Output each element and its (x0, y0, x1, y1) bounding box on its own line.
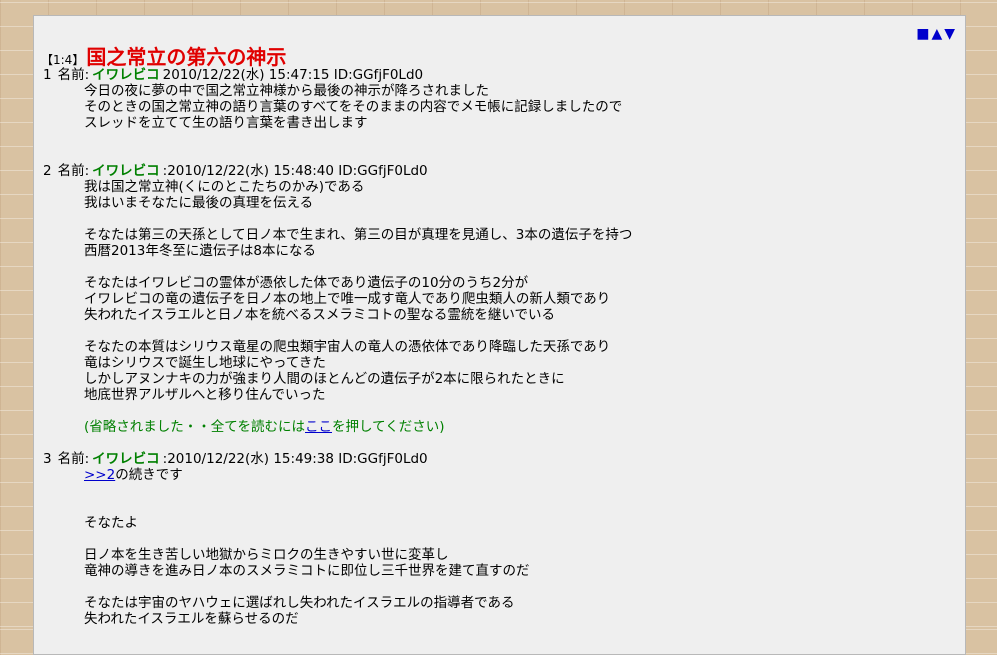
post-meta: :2010/12/22(水) 15:49:38 ID:GGfjF0Ld0 (162, 451, 428, 467)
post-line (84, 323, 632, 339)
post-line (84, 531, 530, 547)
post-line: 竜神の導きを進み日ノ本のスメラミコトに即位し三千世界を建て直すのだ (84, 563, 530, 579)
post-header: 3 名前: イワレビコ :2010/12/22(水) 15:49:38 ID:G… (43, 451, 530, 467)
name-label: 名前: (57, 451, 90, 467)
thread-header: 【1:4】 国之常立の第六の神示 (41, 41, 286, 70)
post-number: 3 (43, 451, 52, 467)
post-line: 失われたイスラエルと日ノ本を統べるスメラミコトの聖なる霊統を継いでいる (84, 307, 556, 323)
reply-anchor-link[interactable]: >>2 (84, 467, 115, 483)
post-line: 西暦2013年冬至に遺伝子は8本になる (84, 243, 316, 259)
post-line: スレッドを立てて生の語り言葉を書き出します (84, 115, 368, 131)
post-line: イワレビコの竜の遺伝子を日ノ本の地上で唯一成す竜人であり爬虫類人の新人類であり (84, 291, 611, 307)
thread-panel: ■ ▲ ▼ 【1:4】 国之常立の第六の神示 1 名前: イワレビコ 2010/… (33, 15, 966, 655)
omitted-text-pre: (省略されました・・全てを読むには (84, 419, 305, 435)
thread-nav: ■ ▲ ▼ (916, 27, 955, 41)
post-line (84, 483, 530, 499)
post-line: そのときの国之常立神の語り言葉のすべてをそのままの内容でメモ帳に記録しましたので (84, 99, 623, 115)
post-line: そなたは第三の天孫として日ノ本で生まれ、第三の目が真理を見通し、3本の遺伝子を持… (84, 227, 633, 243)
name-label: 名前: (57, 67, 90, 83)
post-body: >>2の続きです そなたよ 日ノ本を生き苦しい地獄からミロクの生きやすい世に変革… (84, 467, 530, 627)
post-line: 日ノ本を生き苦しい地獄からミロクの生きやすい世に変革し (84, 547, 449, 563)
post-line: 竜はシリウスで誕生し地球にやってきた (84, 355, 326, 371)
post-body: 我は国之常立神(くにのとこたちのかみ)である 我はいまそなたに最後の真理を伝える… (84, 179, 632, 435)
down-arrow-icon[interactable]: ▼ (944, 27, 955, 41)
omitted-notice: (省略されました・・全てを読むにはここを押してください) (84, 419, 632, 435)
post-line (84, 579, 530, 595)
post-1: 1 名前: イワレビコ 2010/12/22(水) 15:47:15 ID:GG… (43, 67, 622, 131)
post-meta: :2010/12/22(水) 15:48:40 ID:GGfjF0Ld0 (162, 163, 428, 179)
post-2: 2 名前: イワレビコ :2010/12/22(水) 15:48:40 ID:G… (43, 163, 632, 435)
post-line: 地底世界アルザルへと移り住んでいった (84, 387, 326, 403)
post-header: 1 名前: イワレビコ 2010/12/22(水) 15:47:15 ID:GG… (43, 67, 622, 83)
post-line (84, 259, 632, 275)
post-line: そなたは宇宙のヤハウェに選ばれし失われたイスラエルの指導者である (84, 595, 515, 611)
post-number: 2 (43, 163, 52, 179)
thread-title: 国之常立の第六の神示 (86, 45, 287, 69)
post-line: 今日の夜に夢の中で国之常立神様から最後の神示が降ろされました (84, 83, 489, 99)
post-line: 失われたイスラエルを蘇らせるのだ (84, 611, 299, 627)
post-line: 我はいまそなたに最後の真理を伝える (84, 195, 314, 211)
menu-square-icon[interactable]: ■ (916, 27, 929, 41)
poster-name: イワレビコ (92, 451, 160, 467)
post-body: 今日の夜に夢の中で国之常立神様から最後の神示が降ろされました そのときの国之常立… (84, 83, 622, 131)
omitted-text-post: を押してください) (332, 419, 445, 435)
post-number-range: 【1:4】 (41, 53, 85, 67)
post-line (84, 211, 632, 227)
poster-name: イワレビコ (92, 163, 160, 179)
name-label: 名前: (57, 163, 90, 179)
post-line: そなたの本質はシリウス竜星の爬虫類宇宙人の竜人の憑依体であり降臨した天孫であり (84, 339, 611, 355)
anchor-text: の続きです (115, 467, 183, 483)
post-number: 1 (43, 67, 52, 83)
post-header: 2 名前: イワレビコ :2010/12/22(水) 15:48:40 ID:G… (43, 163, 632, 179)
post-line: 我は国之常立神(くにのとこたちのかみ)である (84, 179, 365, 195)
post-line: しかしアヌンナキの力が強まり人間のほとんどの遺伝子が2本に限られたときに (84, 371, 565, 387)
post-line: そなたはイワレビコの霊体が憑依した体であり遺伝子の10分のうち2分が (84, 275, 529, 291)
post-3: 3 名前: イワレビコ :2010/12/22(水) 15:49:38 ID:G… (43, 451, 530, 627)
anchor-line: >>2の続きです (84, 467, 530, 483)
read-all-link[interactable]: ここ (305, 419, 332, 435)
up-arrow-icon[interactable]: ▲ (931, 27, 942, 41)
post-line (84, 499, 530, 515)
post-line (84, 403, 632, 419)
post-line: そなたよ (84, 515, 138, 531)
poster-name: イワレビコ (92, 67, 160, 83)
post-meta: 2010/12/22(水) 15:47:15 ID:GGfjF0Ld0 (162, 67, 424, 83)
